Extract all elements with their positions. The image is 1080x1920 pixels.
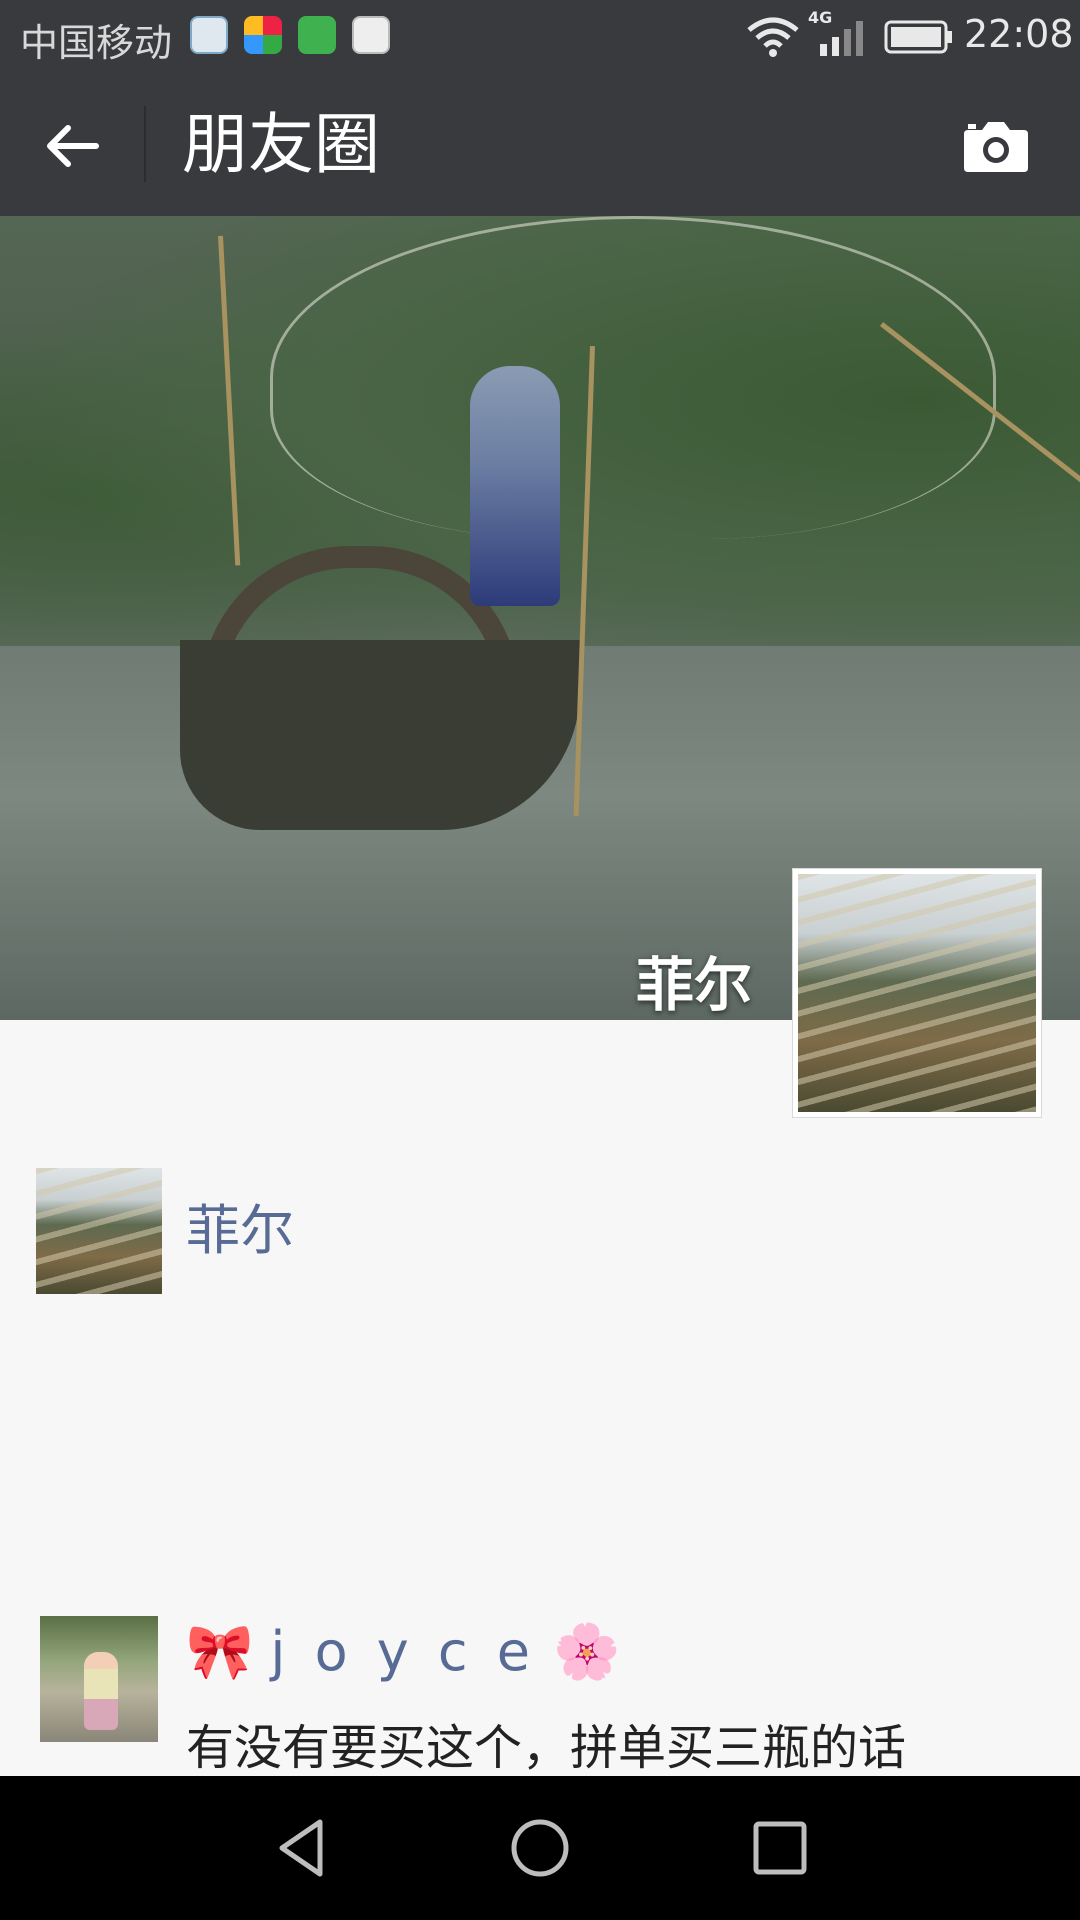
system-home-button[interactable] (508, 1816, 572, 1880)
back-button[interactable] (40, 114, 104, 178)
profile-avatar[interactable] (792, 868, 1042, 1118)
boat-graphic (180, 640, 580, 830)
child-figure-graphic (84, 1652, 118, 1730)
page-title: 朋友圈 (182, 106, 380, 183)
ribbon-emoji: 🎀 (186, 1620, 254, 1683)
author-avatar[interactable] (40, 1616, 158, 1742)
header-bar: 朋友圈 (0, 72, 1080, 216)
status-bar: 中国移动 4G 22:08 (0, 0, 1080, 72)
map-pin-notification-icon (352, 16, 390, 54)
feed-item: 🎀 j o y c e 🌸 有没有要买这个，拼单买三瓶的话 (0, 1616, 1080, 1786)
author-avatar[interactable] (36, 1168, 162, 1294)
rice-terrace-image (798, 874, 1036, 1112)
feed-item: 菲尔 (0, 1168, 1080, 1298)
child-photo-image (40, 1616, 158, 1742)
fisherman-graphic (470, 366, 560, 606)
profile-name[interactable]: 菲尔 (636, 938, 752, 1022)
camera-button[interactable] (960, 116, 1032, 176)
signal-strength-icon (820, 21, 863, 56)
author-name-text: j o y c e (270, 1620, 536, 1683)
battery-icon (884, 20, 952, 54)
fishing-net-graphic (270, 216, 996, 539)
header-divider (144, 106, 146, 182)
carrier-label: 中国移动 (20, 21, 173, 65)
system-navigation-bar (0, 1776, 1080, 1920)
rice-terrace-image (36, 1168, 162, 1294)
wifi-icon (747, 17, 799, 57)
browser-notification-icon (190, 16, 228, 54)
system-recent-apps-button[interactable] (748, 1816, 812, 1880)
blossom-emoji: 🌸 (553, 1620, 621, 1683)
grid-app-notification-icon (298, 16, 336, 54)
app-notification-icon (244, 16, 282, 54)
clock: 22:08 (964, 12, 1074, 56)
author-name[interactable]: 菲尔 (186, 1186, 294, 1265)
system-back-button[interactable] (272, 1816, 336, 1880)
post-text: 有没有要买这个，拼单买三瓶的话 (186, 1720, 907, 1776)
author-name[interactable]: 🎀 j o y c e 🌸 (186, 1620, 620, 1684)
